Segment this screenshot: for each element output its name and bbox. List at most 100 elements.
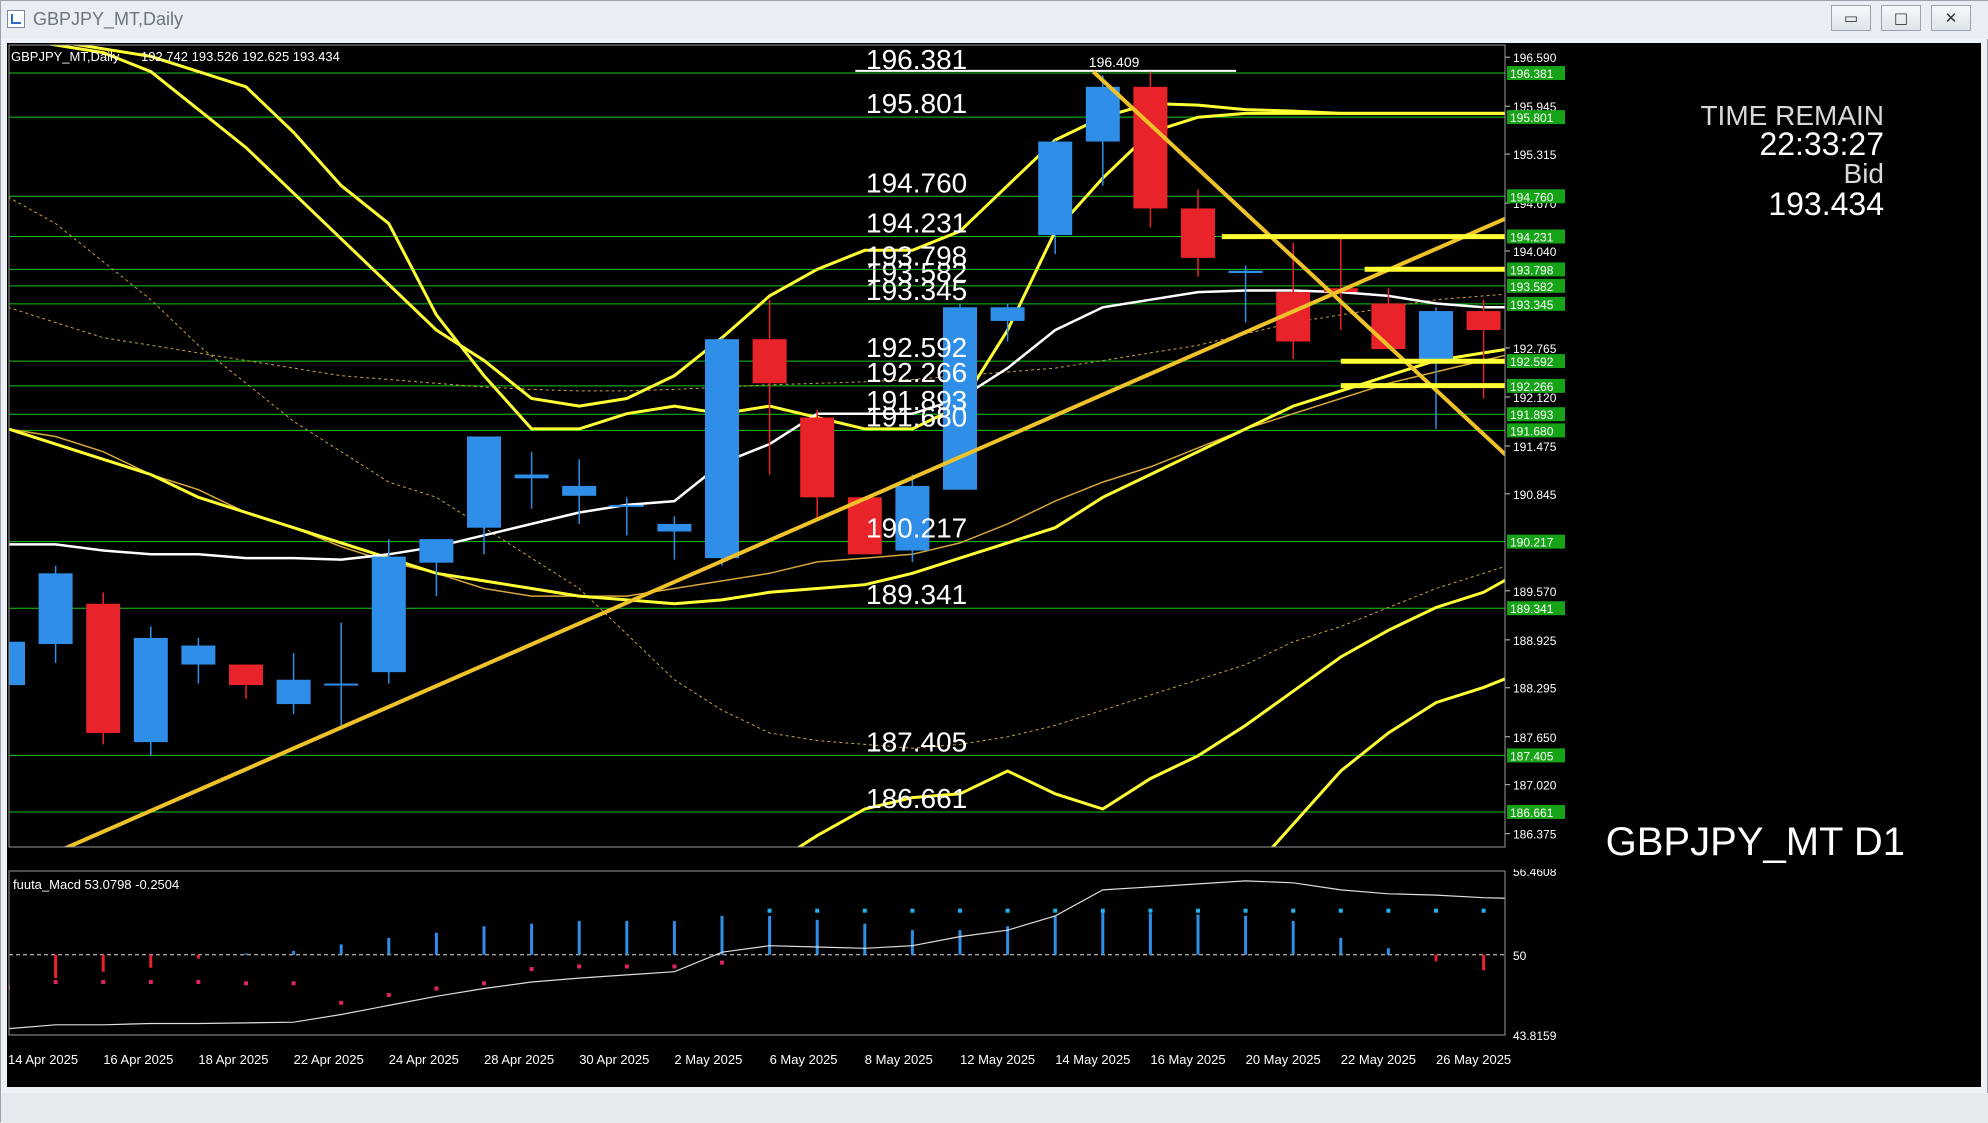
- level-price-label: 191.893: [1510, 408, 1554, 422]
- bull-candle: [38, 573, 73, 645]
- level-price-label: 189.341: [1510, 602, 1554, 616]
- date-tick-label: 22 Apr 2025: [294, 1052, 364, 1067]
- level-price-label: 195.801: [1510, 111, 1554, 125]
- macd-dot: [101, 980, 106, 985]
- date-tick-label: 14 Apr 2025: [8, 1052, 78, 1067]
- level-price-label: 193.582: [1510, 280, 1554, 294]
- level-text: 194.231: [866, 207, 967, 238]
- bear-candle: [1133, 86, 1168, 209]
- level-price-label: 192.266: [1510, 380, 1554, 394]
- macd-dot: [386, 993, 391, 998]
- level-price-label: 194.231: [1510, 230, 1554, 244]
- price-tick-label: 188.295: [1513, 682, 1557, 696]
- macd-dot: [196, 980, 201, 985]
- price-tick-label: 189.570: [1513, 585, 1557, 599]
- bull-candle: [419, 539, 454, 563]
- band-line-5: [796, 578, 1505, 847]
- level-text: 194.760: [866, 167, 967, 198]
- symbol-label: GBPJPY_MT,Daily: [11, 49, 120, 64]
- symbol-timeframe-label: GBPJPY_MT D1: [1606, 820, 1905, 864]
- level-text: 192.266: [866, 357, 967, 388]
- price-tick-label: 192.765: [1513, 342, 1557, 356]
- date-tick-label: 16 May 2025: [1150, 1052, 1225, 1067]
- macd-dot: [958, 908, 962, 913]
- macd-dot: [53, 980, 58, 985]
- high-marker-label: 196.409: [1089, 54, 1140, 70]
- macd-dot: [815, 908, 820, 913]
- macd-dot: [148, 980, 153, 985]
- bull-candle: [1085, 86, 1120, 142]
- level-price-label: 187.405: [1510, 749, 1554, 763]
- level-text: 196.381: [866, 44, 967, 75]
- macd-dot: [672, 964, 677, 969]
- date-tick-label: 16 Apr 2025: [103, 1052, 173, 1067]
- date-tick-label: 24 Apr 2025: [389, 1052, 459, 1067]
- window-title: GBPJPY_MT,Daily: [33, 9, 184, 29]
- macd-marks: [9, 880, 1533, 1030]
- macd-dot: [1529, 909, 1533, 913]
- minimize-button[interactable]: ▭: [1831, 5, 1871, 31]
- bear-candle: [1371, 303, 1406, 350]
- bear-candle: [752, 339, 787, 384]
- bull-candle: [657, 523, 692, 532]
- level-price-label: 191.680: [1510, 424, 1554, 438]
- macd-dot: [1481, 908, 1486, 913]
- price-chart[interactable]: 196.381 195.801 194.760 194.231 193.798 193.5…: [7, 43, 1981, 869]
- date-tick-label: 8 May 2025: [865, 1052, 933, 1067]
- chart-area[interactable]: 196.381 195.801 194.760 194.231 193.798 193.5…: [7, 43, 1981, 1087]
- macd-dot: [624, 964, 629, 969]
- price-tick-label: 186.375: [1513, 828, 1557, 842]
- bear-candle: [229, 664, 263, 686]
- macd-dot: [244, 981, 248, 986]
- bull-candle: [514, 474, 549, 479]
- bear-candle: [800, 417, 835, 498]
- bull-candle: [1419, 311, 1453, 361]
- level-text: 190.217: [866, 513, 967, 544]
- bull-candle: [562, 485, 597, 496]
- bid-label: Bid: [1844, 158, 1884, 189]
- price-tick-label: 196.590: [1513, 51, 1557, 65]
- macd-plot-border: [8, 870, 1506, 1036]
- date-tick-label: 26 May 2025: [1436, 1052, 1511, 1067]
- macd-dot: [1148, 908, 1153, 913]
- bull-candle: [705, 339, 739, 559]
- bull-candle: [9, 641, 25, 686]
- level-price-label: 196.381: [1510, 67, 1554, 81]
- macd-chart[interactable]: 56.4608 50 43.8159 14 Apr 2025 16 Apr 2025 18…: [7, 869, 1981, 1087]
- price-tick-label: 190.845: [1513, 488, 1557, 502]
- close-button[interactable]: ✕: [1931, 5, 1971, 31]
- macd-dot: [1386, 908, 1391, 913]
- level-text: 186.661: [866, 783, 967, 814]
- level-price-label: 194.760: [1510, 190, 1554, 204]
- bull-candle: [276, 679, 311, 705]
- ohlc-label: 192.742 193.526 192.625 193.434: [141, 49, 340, 64]
- level-labels: 196.381195.801194.760194.231193.798193.5…: [866, 44, 1140, 847]
- bull-candle: [181, 645, 216, 665]
- date-tick-label: 12 May 2025: [960, 1052, 1035, 1067]
- macd-tick-label: 56.4608: [1513, 869, 1557, 879]
- macd-dot: [291, 981, 296, 986]
- maximize-button[interactable]: □: [1881, 5, 1921, 31]
- date-tick-label: 30 Apr 2025: [579, 1052, 649, 1067]
- title-bar[interactable]: GBPJPY_MT,Daily ▭ □ ✕: [1, 1, 1988, 39]
- bull-candle: [990, 307, 1025, 321]
- candles: [9, 71, 1501, 756]
- date-tick-label: 22 May 2025: [1341, 1052, 1416, 1067]
- chart-window: GBPJPY_MT,Daily ▭ □ ✕ 196.381 195.801 194.…: [0, 0, 1988, 1123]
- time-remain-value: 22:33:27: [1759, 126, 1884, 162]
- level-price-label: 193.798: [1510, 263, 1554, 277]
- date-tick-label: 14 May 2025: [1055, 1052, 1130, 1067]
- macd-dot: [577, 964, 582, 969]
- price-tick-label: 188.925: [1513, 634, 1557, 648]
- bear-candle: [1466, 311, 1501, 331]
- macd-dot: [1434, 908, 1438, 913]
- level-price-label: 193.345: [1510, 298, 1554, 312]
- date-tick-label: 18 Apr 2025: [198, 1052, 268, 1067]
- price-plot-border: [8, 44, 1506, 848]
- price-tick-label: 187.650: [1513, 731, 1557, 745]
- level-price-label: 192.592: [1510, 355, 1554, 369]
- level-text: 195.801: [866, 88, 967, 119]
- status-bar: [1, 1093, 1988, 1123]
- macd-dot: [1291, 908, 1296, 913]
- bull-candle: [324, 683, 359, 686]
